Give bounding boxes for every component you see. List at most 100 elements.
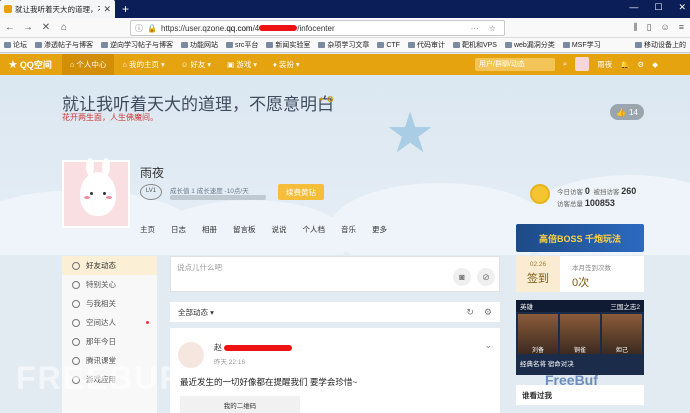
bookmark-item[interactable]: web漏洞分类 bbox=[504, 40, 555, 50]
at-icon bbox=[72, 299, 80, 308]
growth-text: 成长值 1 成长速度 -10点/天 bbox=[170, 188, 249, 195]
target-icon bbox=[72, 318, 80, 327]
bookmark-item[interactable]: 渗透帖子与博客 bbox=[35, 40, 93, 50]
menu-icon[interactable]: ≡ bbox=[679, 22, 684, 33]
bookmark-item[interactable]: CTF bbox=[377, 42, 400, 49]
banner-subtitle: 花开两生面，人生佛魔间。 bbox=[62, 113, 158, 122]
tab-shuoshuo[interactable]: 说说 bbox=[272, 224, 287, 235]
folder-icon bbox=[407, 42, 415, 48]
nav-games[interactable]: ▣ 游戏 ▾ bbox=[219, 54, 265, 75]
feed-post: 赵 昨天 22:16 ⌄ 最近发生的一切好像都在提醒我们 要学会珍惜~ 我的二维… bbox=[170, 328, 500, 413]
nav-username[interactable]: 雨夜 bbox=[597, 59, 612, 70]
refresh-icon[interactable]: ↻ bbox=[466, 307, 474, 318]
home-icon[interactable]: ⌂ bbox=[58, 22, 70, 33]
hero-card: 妲己 bbox=[602, 314, 642, 354]
bookmark-item[interactable]: 功能网站 bbox=[181, 40, 218, 50]
nav-friends[interactable]: ☺ 好友 ▾ bbox=[173, 54, 219, 75]
stop-icon[interactable]: ✕ bbox=[40, 22, 52, 33]
game-card[interactable]: 英雄 三国之志2 刘备 铜雀 妲己 经典名将 宿命对决 bbox=[516, 300, 644, 375]
feed-filter-dropdown[interactable]: 全部动态 ▾ bbox=[178, 307, 214, 318]
sidebar-item-special-care[interactable]: 特别关心 bbox=[62, 275, 157, 294]
game-card-footer: 经典名将 宿命对决 bbox=[520, 361, 574, 368]
sidebar-icon[interactable]: ▯ bbox=[647, 22, 652, 33]
close-window-icon[interactable]: ✕ bbox=[678, 2, 686, 13]
who-viewed-me-title[interactable]: 谁看过我 bbox=[516, 385, 644, 405]
url-text: https://user.qzone.qq.com/4/infocenter bbox=[160, 23, 335, 33]
browser-nav-bar: ← → ✕ ⌂ ⓘ 🔒 https://user.qzone.qq.com/4/… bbox=[0, 18, 690, 38]
qzone-search-input[interactable]: 用户/群聊/动态 bbox=[475, 58, 555, 71]
bookmark-item[interactable]: 新闻实验室 bbox=[266, 40, 310, 50]
url-actions-icon[interactable]: ⋯ ☆ bbox=[471, 24, 500, 33]
checkin-count-label: 本月签到次数 bbox=[572, 265, 611, 272]
tab-music[interactable]: 音乐 bbox=[341, 224, 356, 235]
post-author-avatar[interactable] bbox=[178, 342, 204, 368]
bookmark-item[interactable]: 代码审计 bbox=[407, 40, 445, 50]
tab-home[interactable]: 主页 bbox=[140, 224, 155, 235]
tab-guestbook[interactable]: 留言板 bbox=[233, 224, 256, 235]
folder-icon bbox=[635, 42, 642, 48]
link-icon[interactable]: ⊘ bbox=[477, 268, 495, 286]
post-image[interactable]: 我的二维码 bbox=[180, 396, 300, 413]
profile-subnav: 主页 日志 相册 留言板 说说 个人档 音乐 更多 bbox=[140, 224, 387, 235]
folder-icon bbox=[181, 42, 188, 48]
post-author[interactable]: 赵 bbox=[214, 342, 292, 353]
checkin-button[interactable]: 02.26 签到 bbox=[516, 256, 560, 292]
tab-profile[interactable]: 个人档 bbox=[303, 224, 326, 235]
folder-icon bbox=[377, 42, 385, 48]
vip-badge-icon[interactable]: ✦ ✪ bbox=[318, 95, 334, 104]
like-button[interactable]: 👍 14 bbox=[610, 104, 644, 120]
new-tab-icon[interactable]: + bbox=[122, 2, 129, 16]
bookmark-item[interactable]: 逆向学习帖子与博客 bbox=[101, 40, 173, 50]
maximize-icon[interactable]: ☐ bbox=[654, 2, 662, 13]
bookmark-item[interactable]: 论坛 bbox=[4, 40, 27, 50]
qzone-top-nav: ★ QQ空间 ⌂ 个人中心 ⌂ 我的主页 ▾ ☺ 好友 ▾ ▣ 游戏 ▾ ♦ 装… bbox=[0, 54, 690, 75]
feed-settings-icon[interactable]: ⚙ bbox=[484, 307, 492, 318]
bookmark-item[interactable]: src平台 bbox=[226, 40, 258, 50]
minimize-icon[interactable]: — bbox=[629, 2, 638, 13]
checkin-count: 0次 bbox=[572, 277, 590, 289]
bell-icon[interactable]: 🔔 bbox=[620, 60, 629, 69]
profile-avatar[interactable] bbox=[62, 158, 130, 228]
level-badge[interactable]: LV1 bbox=[140, 184, 162, 200]
tab-blog[interactable]: 日志 bbox=[171, 224, 186, 235]
tab-more[interactable]: 更多 bbox=[372, 224, 387, 235]
site-info-icon[interactable]: ⓘ bbox=[135, 23, 143, 34]
close-tab-icon[interactable]: ✕ bbox=[103, 4, 111, 15]
nav-my-homepage[interactable]: ⌂ 我的主页 ▾ bbox=[114, 54, 172, 75]
folder-icon bbox=[318, 42, 326, 48]
settings-icon[interactable]: ⚙ bbox=[638, 60, 645, 69]
sidebar-item-experts[interactable]: 空间达人 bbox=[62, 313, 157, 332]
tab-album[interactable]: 相册 bbox=[202, 224, 217, 235]
forward-icon[interactable]: → bbox=[22, 22, 34, 33]
bookmark-item[interactable]: 靶机和VPS bbox=[452, 40, 497, 50]
library-icon[interactable]: ⫼ bbox=[633, 22, 637, 33]
chevron-down-icon[interactable]: ⌄ bbox=[484, 340, 492, 351]
qzone-favicon-icon bbox=[4, 5, 12, 13]
search-icon[interactable]: ⌕ bbox=[563, 59, 567, 69]
back-icon[interactable]: ← bbox=[4, 22, 16, 33]
folder-icon bbox=[562, 42, 570, 48]
user-avatar[interactable] bbox=[575, 57, 590, 71]
account-icon[interactable]: ☺ bbox=[661, 22, 670, 33]
game-ad-banner[interactable]: 高倍BOSS 千炮玩法 bbox=[516, 224, 644, 252]
nav-decorate[interactable]: ♦ 装扮 ▾ bbox=[265, 54, 308, 75]
bookmark-item[interactable]: 杂项学习文章 bbox=[318, 40, 369, 50]
sidebar-item-this-day[interactable]: 那年今日 bbox=[62, 332, 157, 351]
post-text: 最近发生的一切好像都在提醒我们 要学会珍惜~ bbox=[180, 377, 358, 387]
bookmark-mobile[interactable]: 移动设备上的 bbox=[635, 40, 686, 50]
nav-personal-center[interactable]: ⌂ 个人中心 bbox=[61, 54, 115, 75]
qzone-logo[interactable]: ★ QQ空间 bbox=[8, 58, 52, 71]
folder-icon bbox=[101, 42, 108, 48]
sidebar-item-related[interactable]: 与我相关 bbox=[62, 294, 157, 313]
browser-tab[interactable]: 就让我听着天大的道理，不愿 ✕ bbox=[0, 0, 115, 18]
bookmark-item[interactable]: MSF学习 bbox=[562, 40, 601, 50]
growth-progress-bar bbox=[170, 195, 266, 200]
camera-icon[interactable]: ◙ bbox=[453, 268, 471, 286]
bunny-illustration bbox=[80, 158, 116, 216]
url-bar[interactable]: ⓘ 🔒 https://user.qzone.qq.com/4/infocent… bbox=[130, 20, 505, 36]
sidebar-item-friend-feed[interactable]: 好友动态 bbox=[62, 256, 157, 275]
notification-dot bbox=[146, 321, 149, 324]
diamond-icon[interactable]: ◆ bbox=[652, 60, 658, 69]
status-composer[interactable]: 说点儿什么吧 ◙ ⊘ bbox=[170, 256, 500, 292]
renew-yellow-diamond-button[interactable]: 续费黄钻 bbox=[278, 184, 324, 200]
